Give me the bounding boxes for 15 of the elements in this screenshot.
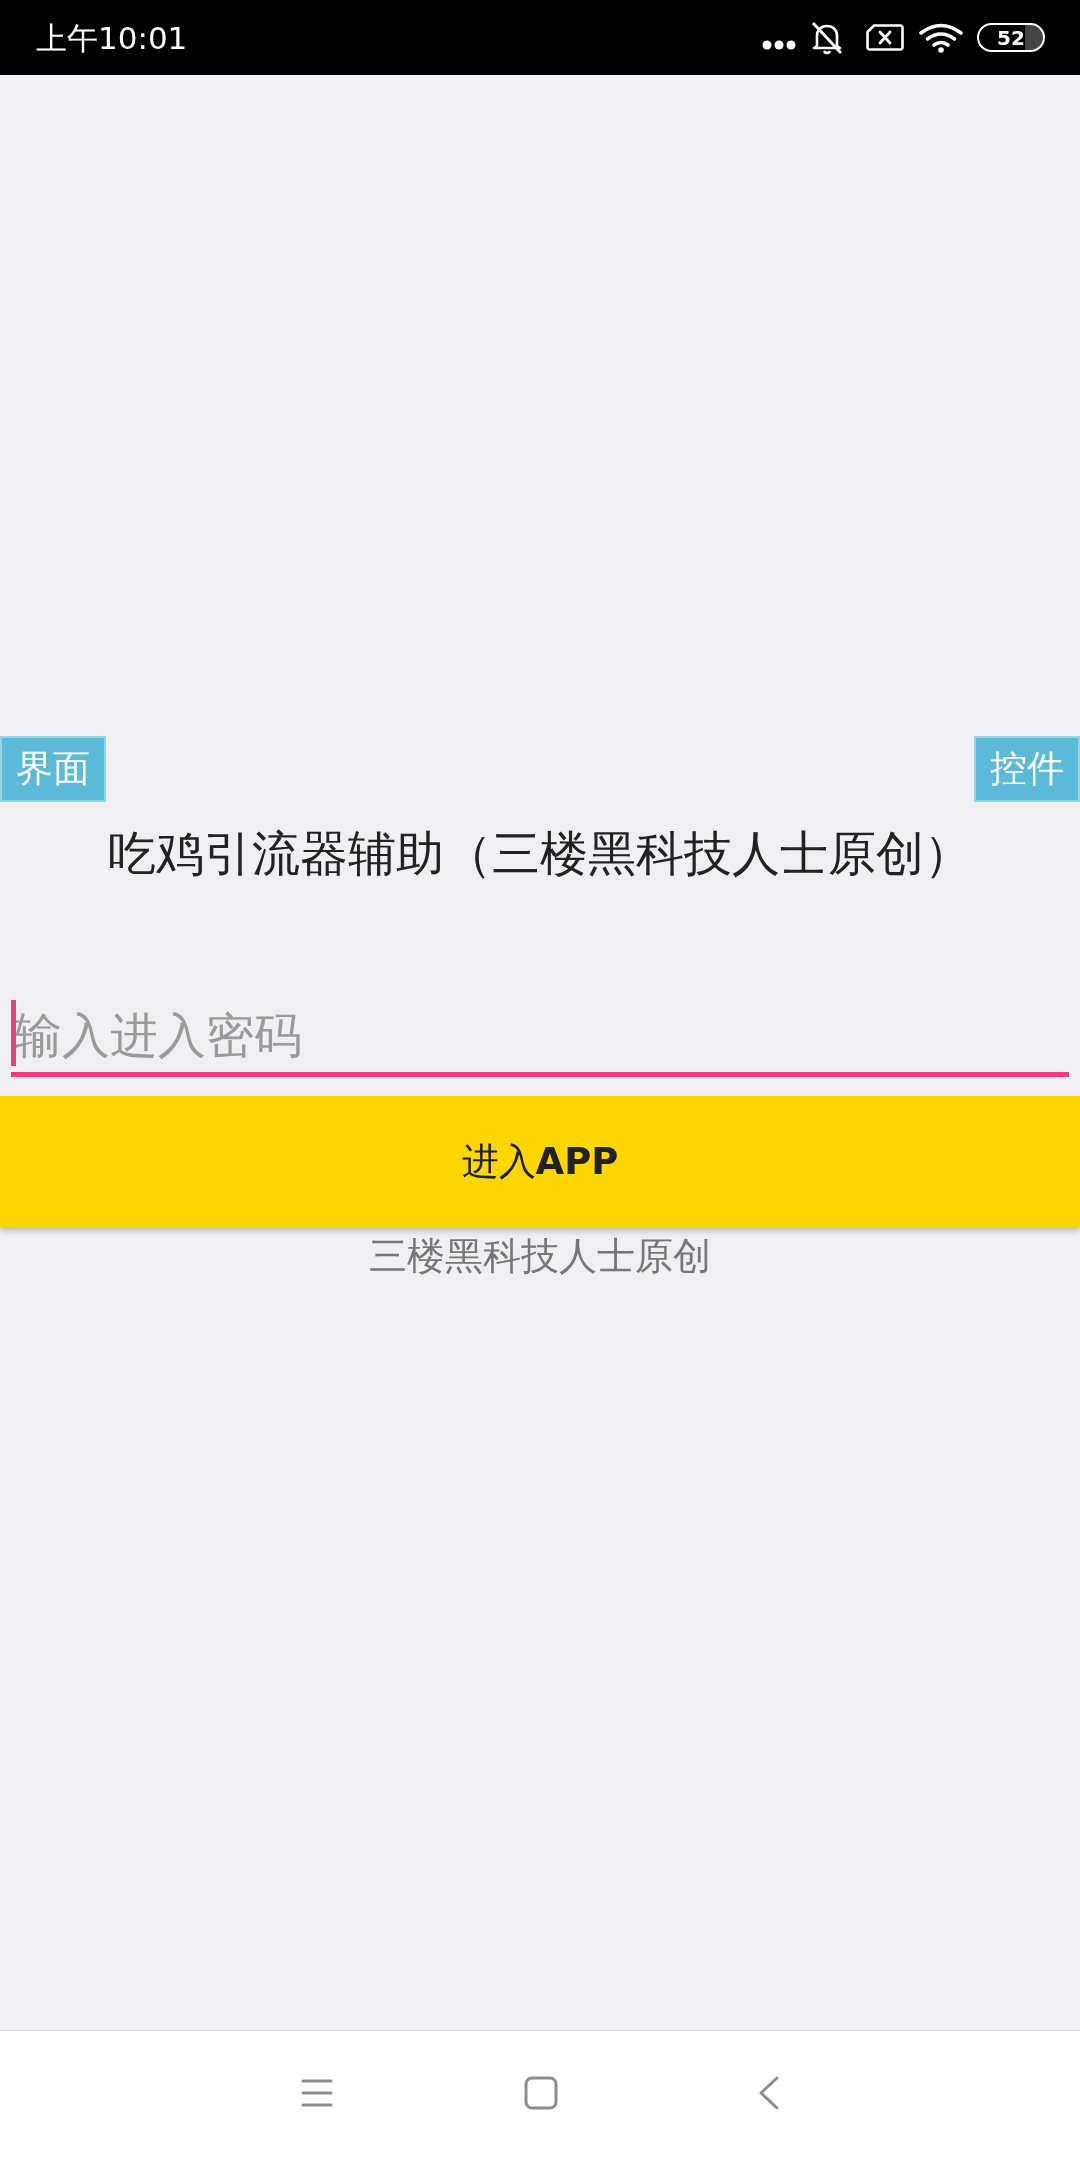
back-chevron-icon[interactable] <box>758 2075 780 2110</box>
wifi-icon <box>919 22 963 53</box>
overflow-dots-icon <box>762 39 796 50</box>
tag-button[interactable]: 控件 <box>974 736 1080 802</box>
menu-icon[interactable] <box>301 2077 333 2108</box>
home-square-icon[interactable] <box>524 2075 558 2110</box>
app-title: 吃鸡引流器辅助（三楼黑科技人士原创） <box>107 824 973 882</box>
author-credit: 三楼黑科技人士原创 <box>368 1233 712 1279</box>
tag-button[interactable]: 界面 <box>0 736 106 802</box>
enter-app-button[interactable]: 进入APP <box>0 1096 1080 1227</box>
text-cursor-icon <box>11 1000 16 1066</box>
sim-card-x-icon <box>866 24 904 51</box>
status-time: 上午10:01 <box>36 18 188 58</box>
bell-off-icon <box>809 20 845 55</box>
battery-percent: 52 <box>997 26 1025 49</box>
